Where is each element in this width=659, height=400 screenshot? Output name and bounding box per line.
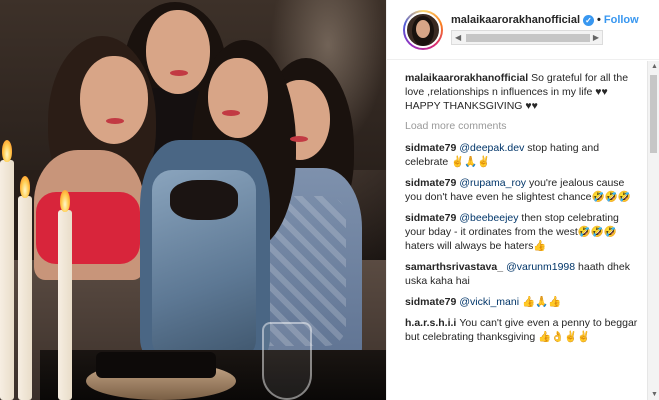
photo-candle-1 xyxy=(0,160,14,400)
load-more-comments-link[interactable]: Load more comments xyxy=(405,120,641,132)
person-2-lips xyxy=(170,70,188,76)
comment: samarthsrivastava_ @varunm1998 haath dhek… xyxy=(405,260,641,288)
verified-badge-icon: ✓ xyxy=(583,14,595,26)
comment-username[interactable]: sidmate79 xyxy=(405,296,456,308)
comment-username[interactable]: h.a.r.s.h.i.i xyxy=(405,317,456,329)
candle-flame-icon xyxy=(2,140,12,162)
scroll-up-icon[interactable]: ▲ xyxy=(651,63,658,70)
person-1-lips xyxy=(106,118,124,124)
caption-comment: malaikaarorakhanofficial So grateful for … xyxy=(405,71,641,113)
person-3-face xyxy=(208,58,268,138)
comment-mention[interactable]: @vicki_mani xyxy=(459,296,519,308)
avatar[interactable] xyxy=(403,9,443,50)
vertical-scrollbar[interactable]: ▲ ▼ xyxy=(647,61,659,400)
follow-button[interactable]: Follow xyxy=(604,14,639,26)
comments-list: malaikaarorakhanofficial So grateful for … xyxy=(387,61,647,400)
scroll-right-icon[interactable]: ▶ xyxy=(593,33,599,42)
person-4-lips xyxy=(290,136,308,142)
comment: sidmate79 @rupama_roy you're jealous caus… xyxy=(405,176,641,204)
avatar-face xyxy=(416,19,430,38)
horizontal-scroll-thumb[interactable] xyxy=(466,34,590,42)
post-header-details: malaikaarorakhanofficial ✓ • Follow ◀ ▶ xyxy=(451,14,645,45)
person-3-lips xyxy=(222,110,240,116)
comment: sidmate79 @beebeejey then stop celebratin… xyxy=(405,211,641,253)
comment-username[interactable]: samarthsrivastava_ xyxy=(405,261,503,273)
separator-dot: • xyxy=(597,14,601,26)
horizontal-scrollbar[interactable]: ◀ ▶ xyxy=(451,30,603,45)
comment-username[interactable]: malaikaarorakhanofficial xyxy=(405,72,528,84)
candle-flame-icon xyxy=(60,190,70,212)
post-header-row: malaikaarorakhanofficial ✓ • Follow xyxy=(451,14,645,26)
comment: sidmate79 @vicki_mani 👍🙏👍 xyxy=(405,295,641,309)
vertical-scroll-thumb[interactable] xyxy=(650,75,657,153)
photo-candle-2 xyxy=(18,196,32,400)
avatar-image xyxy=(405,11,441,48)
comment-mention[interactable]: @deepak.dev xyxy=(459,142,524,154)
scroll-left-icon[interactable]: ◀ xyxy=(455,33,461,42)
scroll-down-icon[interactable]: ▼ xyxy=(651,391,658,398)
comment-mention[interactable]: @varunm1998 xyxy=(506,261,575,273)
candle-flame-icon xyxy=(20,176,30,198)
post-side-panel: malaikaarorakhanofficial ✓ • Follow ◀ ▶ … xyxy=(386,0,659,400)
post-username[interactable]: malaikaarorakhanofficial xyxy=(451,14,580,26)
comment-mention[interactable]: @rupama_roy xyxy=(459,177,526,189)
photo-candle-3 xyxy=(58,210,72,400)
instagram-post-embed: malaikaarorakhanofficial ✓ • Follow ◀ ▶ … xyxy=(0,0,659,400)
comment-username[interactable]: sidmate79 xyxy=(405,212,456,224)
photo-wine-glass xyxy=(262,322,312,400)
comment: h.a.r.s.h.i.i You can't give even a penny… xyxy=(405,316,641,344)
person-1-face xyxy=(80,56,148,144)
person-2-face xyxy=(146,10,210,94)
comment: sidmate79 @deepak.dev stop hating and cel… xyxy=(405,141,641,169)
post-header: malaikaarorakhanofficial ✓ • Follow ◀ ▶ xyxy=(387,0,659,60)
comment-mention[interactable]: @beebeejey xyxy=(459,212,518,224)
comment-username[interactable]: sidmate79 xyxy=(405,177,456,189)
person-1-red-top xyxy=(36,192,140,264)
photo-napkin xyxy=(96,352,216,378)
comment-username[interactable]: sidmate79 xyxy=(405,142,456,154)
person-3-lace-top xyxy=(170,180,238,220)
comment-text: 👍🙏👍 xyxy=(519,296,562,308)
post-photo[interactable] xyxy=(0,0,386,400)
